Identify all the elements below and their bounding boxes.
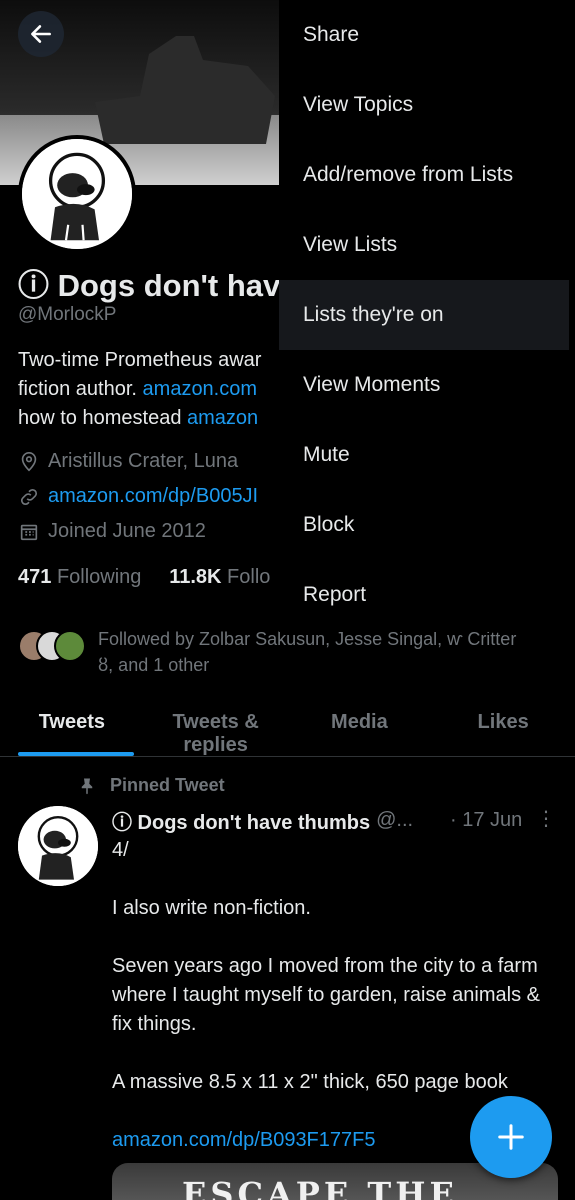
tweet-paragraph: Seven years ago I moved from the city to… bbox=[112, 955, 540, 1035]
profile-location: Aristillus Crater, Luna bbox=[18, 450, 238, 473]
arrow-left-icon bbox=[31, 25, 51, 43]
followers-label: Follo bbox=[227, 566, 271, 588]
tweet-paragraph: A massive 8.5 x 11 x 2" thick, 650 page … bbox=[112, 1071, 508, 1093]
avatar bbox=[54, 630, 86, 662]
profile-joined: Joined June 2012 bbox=[18, 520, 206, 543]
following-link[interactable]: 471 Following bbox=[18, 566, 141, 588]
tab-likes[interactable]: Likes bbox=[431, 695, 575, 756]
pin-icon bbox=[81, 778, 93, 794]
plus-icon bbox=[498, 1124, 524, 1150]
tweet-paragraph: I also write non-fiction. bbox=[112, 897, 311, 919]
tweet-counter: 4/ bbox=[112, 839, 129, 861]
link-icon bbox=[20, 488, 38, 505]
dog-astronaut-avatar-image bbox=[18, 806, 98, 886]
pinned-label: Pinned Tweet bbox=[78, 775, 225, 796]
tweet-date[interactable]: · 17 Jun bbox=[450, 809, 522, 832]
menu-item-mute[interactable]: Mute bbox=[279, 420, 569, 490]
tweet-author-avatar[interactable] bbox=[18, 806, 98, 886]
bio-link-2[interactable]: amazon bbox=[187, 407, 258, 429]
profile-name: ⓘ Dogs don't hav bbox=[18, 268, 281, 303]
pinned-text: Pinned Tweet bbox=[110, 775, 225, 795]
menu-item-view-topics[interactable]: View Topics bbox=[279, 70, 569, 140]
tweet-author-handle: @... bbox=[376, 809, 414, 831]
tweet-header: ⓘ Dogs don't have thumbs @... · 17 Jun ⋮ bbox=[112, 806, 562, 835]
location-text: Aristillus Crater, Luna bbox=[48, 450, 239, 472]
overflow-menu: Share View Topics Add/remove from Lists … bbox=[279, 0, 575, 632]
profile-tabs: Tweets Tweets & replies Media Likes bbox=[0, 695, 575, 757]
joined-text: Joined June 2012 bbox=[48, 520, 206, 542]
menu-item-add-remove-lists[interactable]: Add/remove from Lists bbox=[279, 140, 569, 210]
compose-tweet-button[interactable] bbox=[470, 1096, 552, 1178]
followed-by-avatars bbox=[18, 630, 98, 664]
tweet-link[interactable]: amazon.com/dp/B093F177F5 bbox=[112, 1129, 376, 1151]
tweet-author-name[interactable]: ⓘ Dogs don't have thumbs bbox=[112, 806, 370, 835]
bio-line-3-text: how to homestead bbox=[18, 407, 187, 429]
following-count: 471 bbox=[18, 566, 52, 588]
followers-count: 11.8K bbox=[169, 566, 222, 588]
more-options-icon[interactable]: ⋮ bbox=[536, 806, 556, 831]
bio-link-1[interactable]: amazon.com bbox=[143, 378, 258, 400]
website-link[interactable]: amazon.com/dp/B005JI bbox=[48, 485, 258, 508]
back-button[interactable] bbox=[18, 11, 64, 57]
followed-by-text: Followed by Zolbar Sakusun, Jesse Singal… bbox=[98, 626, 558, 678]
dog-astronaut-avatar-image bbox=[22, 139, 132, 249]
followed-by-line-2: ȣ, and 1 other bbox=[98, 655, 210, 675]
menu-item-report[interactable]: Report bbox=[279, 560, 569, 630]
tab-tweets-replies[interactable]: Tweets & replies bbox=[144, 695, 288, 756]
profile-handle: @MorlockP bbox=[18, 304, 117, 325]
menu-item-block[interactable]: Block bbox=[279, 490, 569, 560]
following-label: Following bbox=[56, 566, 142, 588]
tab-media[interactable]: Media bbox=[288, 695, 432, 756]
profile-avatar[interactable] bbox=[18, 135, 136, 253]
menu-item-share[interactable]: Share bbox=[279, 0, 569, 70]
follow-counts: 471 Following 11.8K Follo bbox=[18, 566, 270, 589]
location-pin-icon bbox=[21, 451, 37, 471]
calendar-icon bbox=[20, 524, 38, 540]
followers-link[interactable]: 11.8K Follo bbox=[169, 566, 270, 588]
menu-item-view-lists[interactable]: View Lists bbox=[279, 210, 569, 280]
profile-website[interactable]: amazon.com/dp/B005JI bbox=[18, 485, 258, 508]
tab-tweets[interactable]: Tweets bbox=[0, 695, 144, 756]
bio-line-2-text: fiction author. bbox=[18, 378, 143, 400]
menu-item-view-moments[interactable]: View Moments bbox=[279, 350, 569, 420]
media-text: ESCAPE THE CITY bbox=[182, 1175, 458, 1200]
menu-item-lists-theyre-on[interactable]: Lists they're on bbox=[279, 280, 569, 350]
